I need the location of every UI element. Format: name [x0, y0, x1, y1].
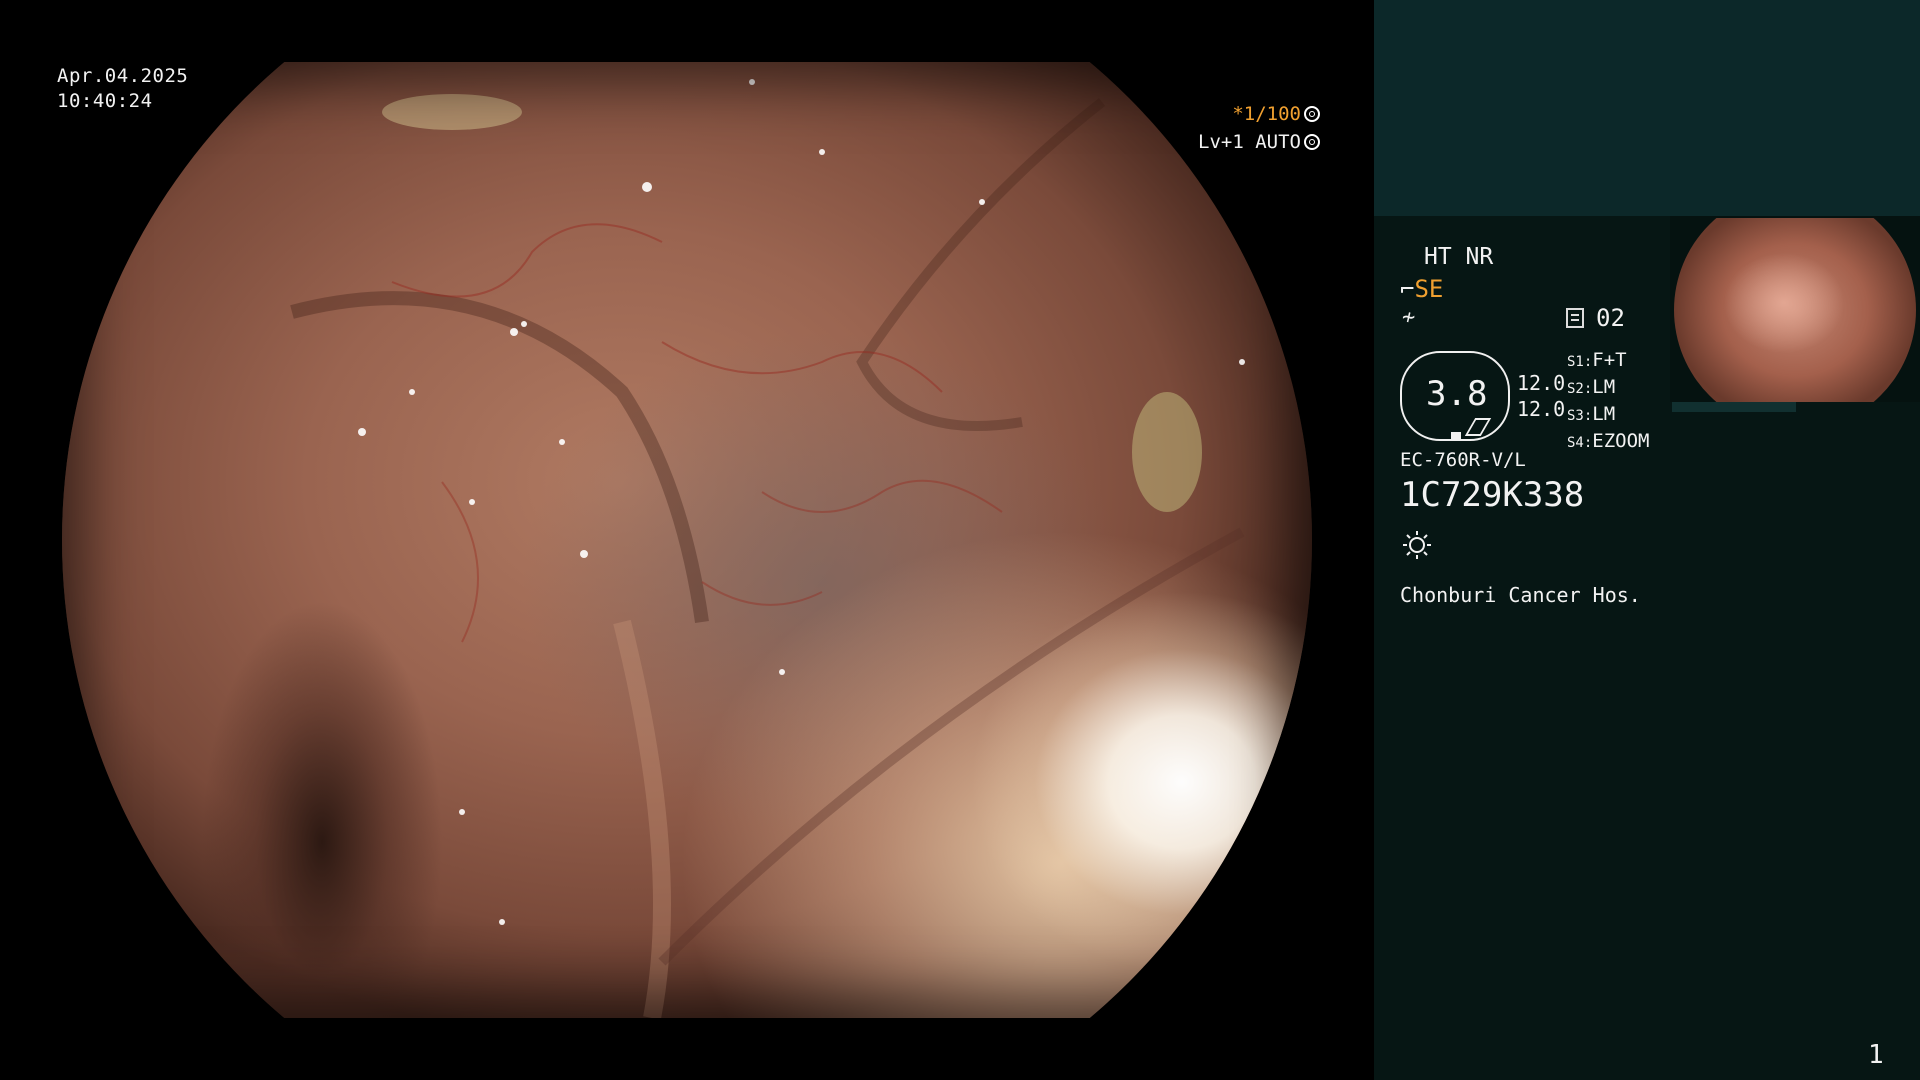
enhance-level: Lv+1 AUTO — [1198, 131, 1301, 153]
hospital-name: Chonburi Cancer Hos. — [1400, 583, 1641, 607]
mucosa-texture — [290, 79, 1245, 1018]
freeze-icon: ≁ — [1402, 305, 1416, 330]
side-value-2: 12.0 — [1517, 397, 1566, 421]
time-text: 10:40:24 — [57, 90, 153, 112]
magnification-marker — [1451, 432, 1461, 440]
shutter-speed: *1/100 — [1232, 103, 1301, 125]
se-row: ⌐SE — [1400, 275, 1443, 303]
shutter-mode-icon — [1304, 106, 1320, 122]
slot-row: S1:F+T — [1567, 349, 1627, 371]
memory-icon — [1566, 308, 1584, 328]
se-label: SE — [1414, 275, 1444, 303]
light-icon — [1403, 531, 1431, 559]
slot-row: S4:EZOOM — [1567, 430, 1650, 452]
auto-iris-icon — [1304, 134, 1320, 150]
shutter-info: *1/100 Lv+1 AUTO — [1198, 100, 1320, 156]
page-number: 1 — [1868, 1040, 1884, 1070]
thumbnail-image — [1674, 218, 1916, 402]
slot-row: S2:LM — [1567, 376, 1616, 398]
scope-tip-icon: ⌐ — [1400, 275, 1415, 303]
magnification-value: 3.8 — [1426, 374, 1488, 414]
endoscope-live-view — [62, 62, 1312, 1018]
serial-number: 1C729K338 — [1400, 475, 1585, 515]
side-value-1: 12.0 — [1517, 371, 1566, 395]
slot-row: S3:LM — [1567, 403, 1616, 425]
date-text: Apr.04.2025 — [57, 65, 189, 87]
panel-header-area — [1374, 0, 1920, 216]
datetime: Apr.04.2025 10:40:24 — [57, 64, 188, 114]
capture-thumbnail[interactable] — [1670, 216, 1920, 402]
switch-slots: S1:F+T S2:LM S3:LM S4:EZOOM — [1567, 348, 1650, 456]
memory-number: 02 — [1596, 304, 1625, 332]
scope-model: EC-760R-V/L — [1400, 449, 1526, 471]
ht-nr-label: HT NR — [1424, 244, 1494, 270]
thumbnail-caption-bar — [1672, 402, 1796, 412]
